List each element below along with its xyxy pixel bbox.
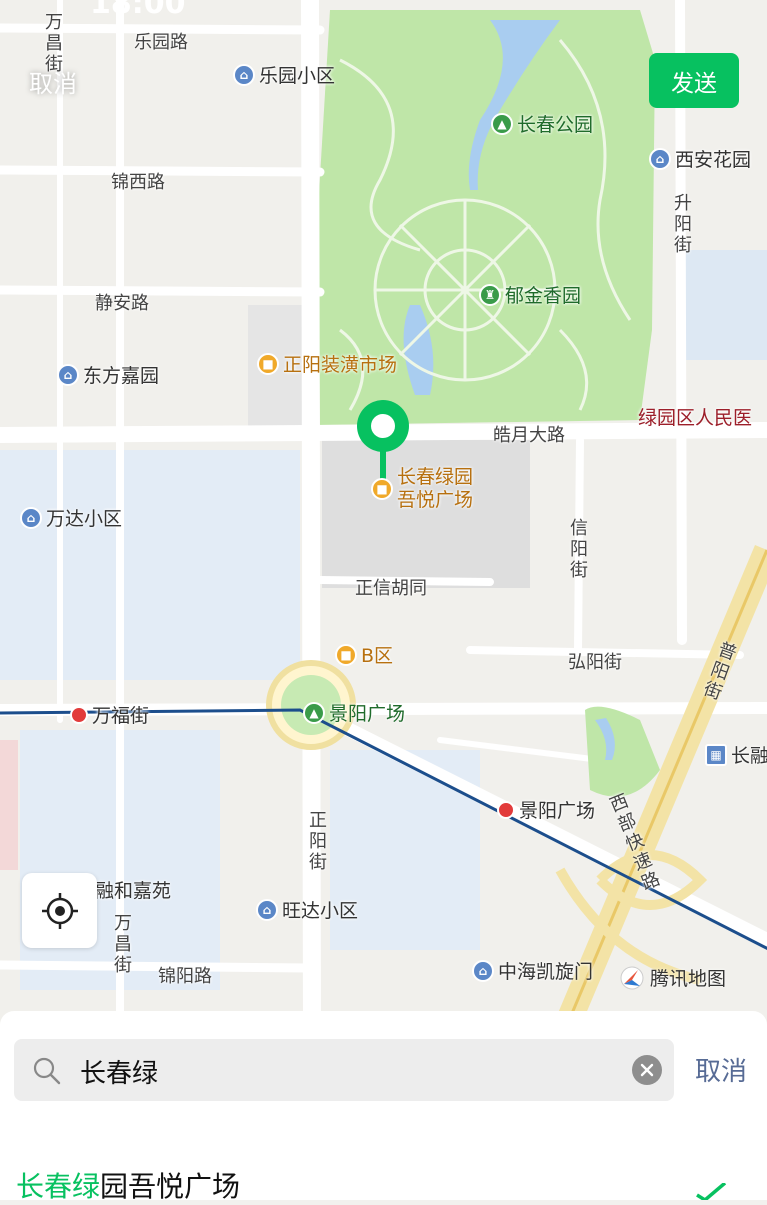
road-label-jingan: 静安路: [95, 293, 149, 314]
residence-icon: ⌂: [256, 898, 278, 921]
poi-dongfang-jiayuan[interactable]: ⌂ 东方嘉园: [57, 361, 159, 388]
poi-zhengyang-market[interactable]: ■ 正阳装潢市场: [257, 350, 397, 377]
poi-xian-huayuan[interactable]: ⌂ 西安花园: [649, 145, 751, 172]
header-cancel-button[interactable]: 取消: [29, 64, 77, 99]
road-label-haoyue: 皓月大路: [493, 425, 565, 446]
result-rest: 园吾悦广场: [100, 1170, 241, 1203]
residence-icon: ⌂: [649, 147, 671, 170]
poi-yujin-xiangyuan[interactable]: ♜ 郁金香园: [479, 281, 581, 308]
shopping-bag-icon: ■: [371, 478, 393, 500]
poi-wanfu-station[interactable]: 万福街: [70, 701, 149, 728]
poi-leyuan-xiaoqu[interactable]: ⌂ 乐园小区: [233, 61, 335, 88]
metro-icon: [497, 800, 515, 819]
poi-changrong[interactable]: ▦ 长融: [705, 741, 767, 768]
residence-icon: ⌂: [20, 506, 42, 529]
road-label-hongyang: 弘阳街: [568, 652, 622, 673]
clear-search-button[interactable]: [632, 1055, 662, 1085]
poi-wanda-xiaoqu[interactable]: ⌂ 万达小区: [20, 504, 122, 531]
residence-icon: ⌂: [233, 63, 255, 86]
park-gate-icon: ♜: [479, 283, 501, 306]
poi-wangda-xiaoqu[interactable]: ⌂ 旺达小区: [256, 896, 358, 923]
residence-icon: ⌂: [472, 959, 494, 982]
locate-button[interactable]: [22, 873, 97, 948]
residence-icon: ⌂: [57, 363, 79, 386]
poi-changchun-park[interactable]: ▲ 长春公园: [491, 110, 593, 137]
road-label-shengyang: 升阳街: [674, 193, 692, 256]
search-input[interactable]: 长春绿: [14, 1039, 674, 1101]
shopping-bag-icon: ■: [335, 643, 357, 666]
poi-b-area[interactable]: ■ B区: [335, 641, 393, 668]
road-label-wanchang-south: 万昌街: [114, 913, 132, 976]
metro-icon: [70, 705, 88, 724]
search-icon: [33, 1057, 61, 1085]
result-item[interactable]: 长春绿园吾悦广场: [16, 1165, 240, 1205]
pin-label-line2: 吾悦广场: [397, 489, 474, 511]
status-time: 18:00: [90, 0, 186, 21]
tree-icon: ▲: [491, 112, 513, 135]
tencent-map-logo-icon: [620, 966, 644, 989]
poi-selected-mall[interactable]: ■ 长春绿园 吾悦广场: [371, 466, 473, 512]
road-label-jinyang: 锦阳路: [158, 966, 212, 987]
search-sheet: 长春绿 取消 长春绿园吾悦广场: [0, 1011, 767, 1203]
road-label-xinyang: 信阳街: [570, 518, 588, 581]
result-highlight: 长春绿: [16, 1170, 101, 1203]
map-view[interactable]: 乐园路 锦西路 静安路 皓月大路 正信胡同 弘阳街 锦阳路 万昌街 万昌街 升阳…: [0, 0, 767, 1030]
poi-jingyang-square[interactable]: ▲ 景阳广场: [303, 699, 405, 726]
search-cancel-button[interactable]: 取消: [695, 1051, 747, 1088]
pin-label-line1: 长春绿园: [397, 466, 474, 488]
poi-lvyuan-hospital[interactable]: 绿园区人民医: [638, 403, 752, 430]
crosshair-icon: [41, 892, 78, 929]
road-label-zhengxin: 正信胡同: [355, 578, 427, 599]
road-label-jinxi: 锦西路: [111, 172, 165, 193]
poi-jingyang-station[interactable]: 景阳广场: [497, 796, 595, 823]
poi-ronghe-jiayuan[interactable]: 融和嘉苑: [95, 876, 171, 903]
check-icon: [696, 1183, 727, 1200]
tree-icon: ▲: [303, 701, 325, 724]
poi-zhonghai[interactable]: ⌂ 中海凯旋门: [472, 957, 593, 984]
map-watermark: 腾讯地图: [620, 964, 726, 991]
shopping-bag-icon: ■: [257, 352, 279, 375]
road-label-zhengyang: 正阳街: [309, 810, 327, 873]
search-query: 长春绿: [80, 1059, 159, 1089]
send-button[interactable]: 发送: [649, 53, 739, 108]
close-icon: [640, 1063, 654, 1077]
road-label-leyuan: 乐园路: [134, 32, 188, 53]
building-icon: ▦: [705, 743, 727, 766]
